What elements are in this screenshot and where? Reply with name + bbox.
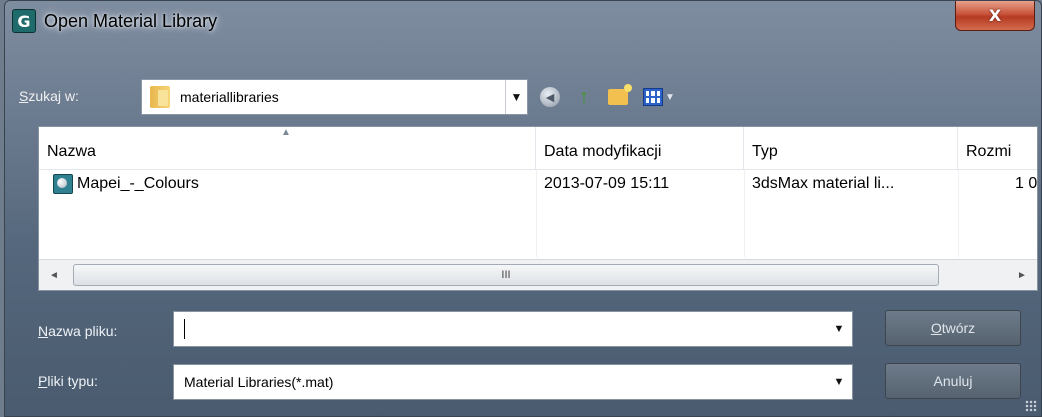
file-modified: 2013-07-09 15:11 [544,175,670,192]
look-in-value: materiallibraries [180,89,279,105]
column-header-type[interactable]: Typ [744,127,958,170]
chevron-down-icon[interactable]: ▼ [826,312,852,346]
close-button[interactable]: X [955,1,1035,31]
window-title: Open Material Library [44,11,218,31]
title-bar[interactable]: G Open Material Library X [5,1,1041,41]
cancel-button[interactable]: Anuluj [885,363,1021,399]
file-type-value: Material Libraries(*.mat) [184,374,334,390]
open-button[interactable]: Otwórz [885,310,1021,346]
column-header-date[interactable]: Data modyfikacji [536,127,744,170]
column-header-size[interactable]: Rozmi [958,127,1037,170]
up-folder-icon[interactable]: ↑ [571,84,597,110]
material-library-file-icon [53,174,73,194]
horizontal-scrollbar[interactable]: ◄ III ► [39,259,1037,290]
chevron-down-icon[interactable]: ▼ [826,365,852,399]
scrollbar-thumb[interactable]: III [73,264,939,286]
look-in-label: Szukaj w: [19,88,79,104]
resize-grip-icon[interactable] [1025,400,1037,412]
back-icon[interactable]: ◄ [537,84,563,110]
scroll-left-icon[interactable]: ◄ [39,260,69,290]
look-in-dropdown[interactable]: materiallibraries ▼ [141,79,528,115]
file-name-label: Nazwa pliku: [38,323,118,339]
text-caret [184,319,185,339]
folder-icon [150,86,170,108]
file-type-dropdown[interactable]: Material Libraries(*.mat) ▼ [173,364,853,400]
app-icon: G [12,9,36,33]
new-folder-icon[interactable] [605,84,632,110]
open-material-library-dialog: G Open Material Library X Szukaj w: mate… [4,0,1042,417]
file-name: Mapei_-_Colours [77,175,199,192]
file-row[interactable]: Mapei_-_Colours 2013-07-09 15:11 3dsMax … [39,170,1037,198]
chevron-down-icon[interactable]: ▼ [505,80,527,114]
sort-ascending-icon: ▲ [281,127,291,138]
file-type-label: Pliki typu: [38,373,98,389]
file-name-combo[interactable]: ▼ [173,311,853,347]
navigation-toolbar: ◄ ↑ ▼ [537,83,679,111]
file-size: 1 0 [1015,175,1038,192]
file-type: 3dsMax material li... [752,175,895,192]
scroll-right-icon[interactable]: ► [1007,260,1037,290]
view-menu-icon[interactable]: ▼ [639,84,679,110]
column-headers: Nazwa ▲ Data modyfikacji Typ Rozmi [39,127,1037,170]
file-list[interactable]: Nazwa ▲ Data modyfikacji Typ Rozmi Mapei… [38,126,1038,291]
